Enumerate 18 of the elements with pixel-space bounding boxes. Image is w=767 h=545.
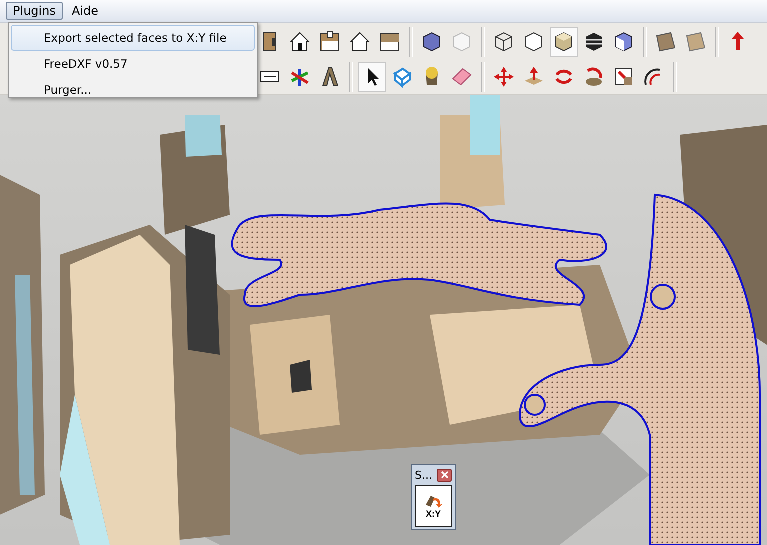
house-icon: [318, 30, 342, 54]
export-xy-button[interactable]: X:Y: [415, 485, 452, 527]
terrain-icon: [684, 30, 708, 54]
cube-tool-button[interactable]: [550, 26, 578, 57]
menu-item[interactable]: Purger...: [11, 77, 255, 97]
menu-item[interactable]: Export selected faces to X:Y file: [11, 25, 255, 51]
terrain-icon: [654, 30, 678, 54]
select-tool-button[interactable]: [358, 62, 386, 92]
close-button[interactable]: [437, 468, 452, 482]
house-icon: [288, 30, 312, 54]
house-outline-icon: [348, 30, 372, 54]
menu-item[interactable]: Aide: [64, 2, 106, 20]
menu-item[interactable]: Plugins: [6, 2, 63, 20]
window-title: S...: [415, 468, 432, 482]
3d-viewport[interactable]: S... X:Y: [0, 95, 767, 545]
menu-item[interactable]: FreeDXF v0.57: [11, 51, 255, 77]
move-icon: [492, 65, 516, 90]
close-icon: [440, 471, 448, 479]
